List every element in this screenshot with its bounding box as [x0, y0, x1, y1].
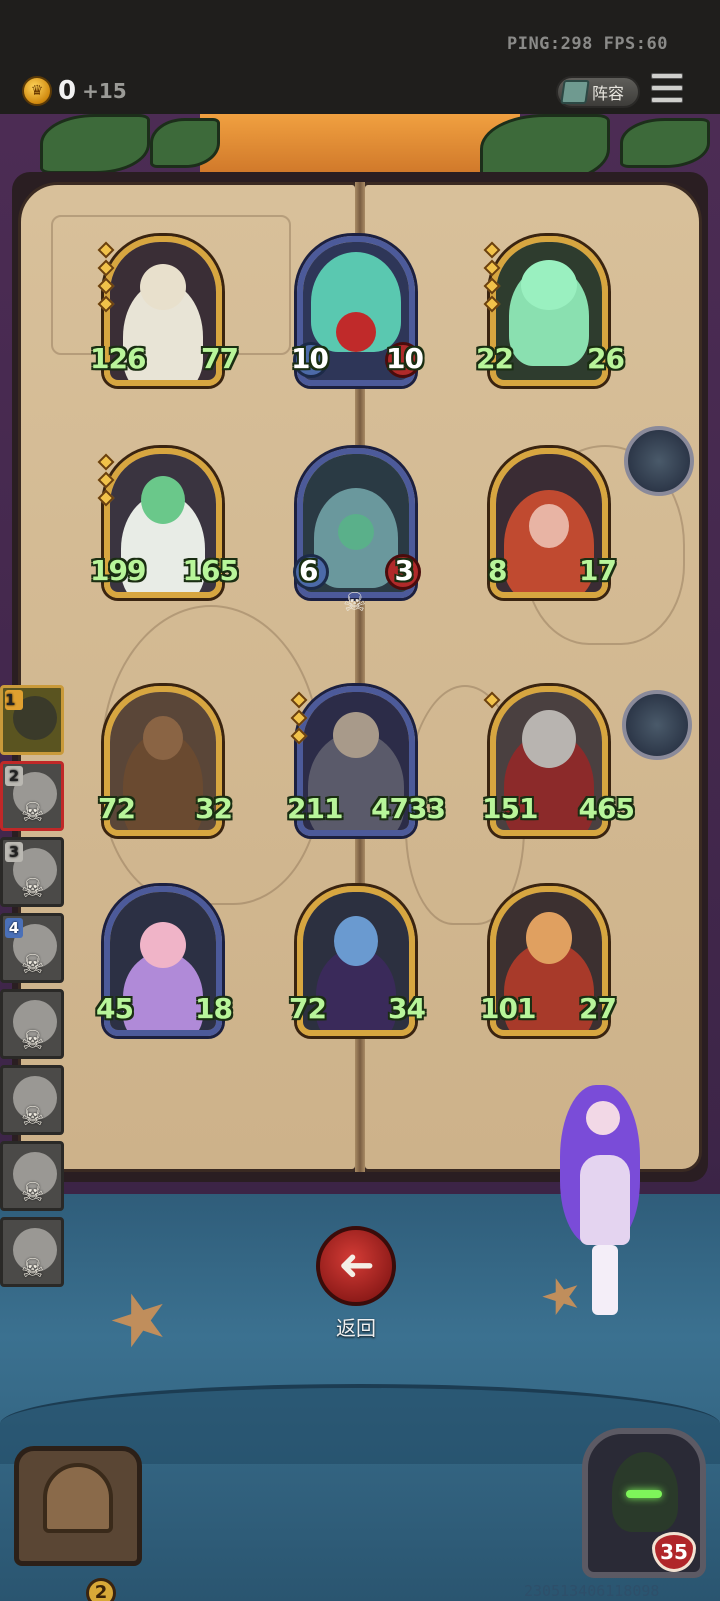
unit-health: 4733	[371, 792, 446, 825]
unit-health: 34	[388, 992, 426, 1025]
opponent-slot[interactable]: ☠	[0, 1065, 64, 1135]
unit-health: 18	[195, 992, 233, 1025]
player-avatar-sprite	[552, 1085, 662, 1315]
hamburger-menu-icon[interactable]	[651, 73, 683, 103]
skull-icon: ☠	[21, 950, 45, 980]
background-leaf	[40, 114, 150, 174]
unit-health: 27	[579, 992, 617, 1025]
unit-health: 17	[579, 554, 617, 587]
skull-icon: ☠	[343, 588, 367, 618]
skull-icon: ☠	[21, 874, 45, 904]
opponent-slot[interactable]: ☠ 3	[0, 837, 64, 907]
unit-card[interactable]: 151 465	[482, 686, 635, 836]
unit-attack: 199	[90, 554, 146, 587]
ping-fps-readout: PING:298 FPS:60	[506, 34, 668, 54]
opponent-slot[interactable]: ☠ 4	[0, 913, 64, 983]
unit-card[interactable]: 6 3 ☠	[293, 448, 421, 618]
opponent-rank: 2	[5, 766, 23, 786]
star-rank-icon	[97, 241, 115, 313]
opponent-slot[interactable]: 1	[0, 685, 64, 755]
opponent-slot[interactable]: ☠ 2	[0, 761, 64, 831]
skull-icon: ☠	[21, 1178, 45, 1208]
chest-count: 2	[86, 1578, 116, 1601]
unit-attack: 211	[287, 792, 343, 825]
skull-icon: ☠	[21, 1102, 45, 1132]
unit-health: 26	[587, 342, 625, 375]
lineup-label: 阵容	[592, 84, 625, 103]
unit-health: 465	[578, 792, 635, 825]
top-bar: PING:298 FPS:60 ♛ 0 +15 阵容	[0, 0, 720, 114]
unit-attack: 10	[291, 342, 329, 375]
unit-card[interactable]: 126 77	[90, 236, 239, 386]
pocket-watch-icon[interactable]	[624, 426, 694, 496]
opponent-slot[interactable]: ☠	[0, 1141, 64, 1211]
crown-coin-icon: ♛	[22, 76, 52, 106]
unit-attack: 101	[480, 992, 536, 1025]
arrow-left-icon: ➜	[337, 1240, 375, 1292]
gold-value: 0	[58, 76, 77, 106]
unit-health: 32	[195, 792, 233, 825]
gold-income: +15	[82, 79, 127, 103]
unit-attack: 8	[488, 554, 508, 587]
opponent-rank: 1	[5, 690, 23, 710]
star-rank-icon	[483, 241, 501, 313]
unit-card[interactable]: 8 17	[488, 448, 617, 598]
background-leaf	[620, 118, 710, 168]
book-icon	[560, 80, 590, 104]
unit-attack: 45	[96, 992, 134, 1025]
unit-health: 77	[201, 342, 239, 375]
star-rank-icon	[290, 691, 308, 745]
back-button[interactable]: ➜	[316, 1226, 396, 1306]
opponent-slot[interactable]: ☠	[0, 1217, 64, 1287]
gold-counter: ♛ 0 +15	[22, 76, 127, 106]
skull-icon: ☠	[21, 1026, 45, 1056]
unit-attack: 6	[299, 554, 319, 587]
unit-card[interactable]: 22 26	[476, 236, 625, 386]
back-label: 返回	[336, 1316, 376, 1340]
background-leaf	[150, 118, 220, 168]
background-window	[200, 114, 520, 174]
unit-attack: 22	[476, 342, 514, 375]
opponent-slot[interactable]: ☠	[0, 989, 64, 1059]
unit-health: 165	[182, 554, 239, 587]
unit-card[interactable]: 72 34	[289, 886, 426, 1036]
pocket-watch-icon[interactable]	[622, 690, 692, 760]
opponent-list: 1 ☠ 2 ☠ 3 ☠ 4 ☠ ☠ ☠ ☠	[0, 685, 70, 1293]
opponent-rank: 3	[5, 842, 23, 862]
opponent-rank: 4	[5, 918, 23, 938]
unit-attack: 126	[90, 342, 146, 375]
build-id: 230513406118098	[524, 1582, 660, 1600]
unit-card[interactable]: 45 18	[96, 886, 233, 1036]
skull-icon: ☠	[21, 1254, 45, 1284]
star-rank-icon	[97, 453, 115, 507]
unit-card[interactable]: 72 32	[98, 686, 233, 836]
unit-attack: 72	[289, 992, 327, 1025]
unit-card[interactable]: 10 10	[291, 236, 424, 386]
treasure-chest-icon[interactable]	[14, 1446, 142, 1566]
unit-attack: 151	[482, 792, 538, 825]
unit-health: 3	[394, 554, 415, 587]
star-rank-icon	[483, 691, 501, 709]
skull-icon: ☠	[21, 798, 45, 828]
unit-card[interactable]: 211 4733	[287, 686, 446, 836]
unit-attack: 72	[98, 792, 136, 825]
unit-card[interactable]: 101 27	[480, 886, 617, 1036]
lineup-button[interactable]: 阵容	[556, 76, 640, 108]
unit-card[interactable]: 199 165	[90, 448, 239, 598]
unit-health: 10	[386, 342, 424, 375]
